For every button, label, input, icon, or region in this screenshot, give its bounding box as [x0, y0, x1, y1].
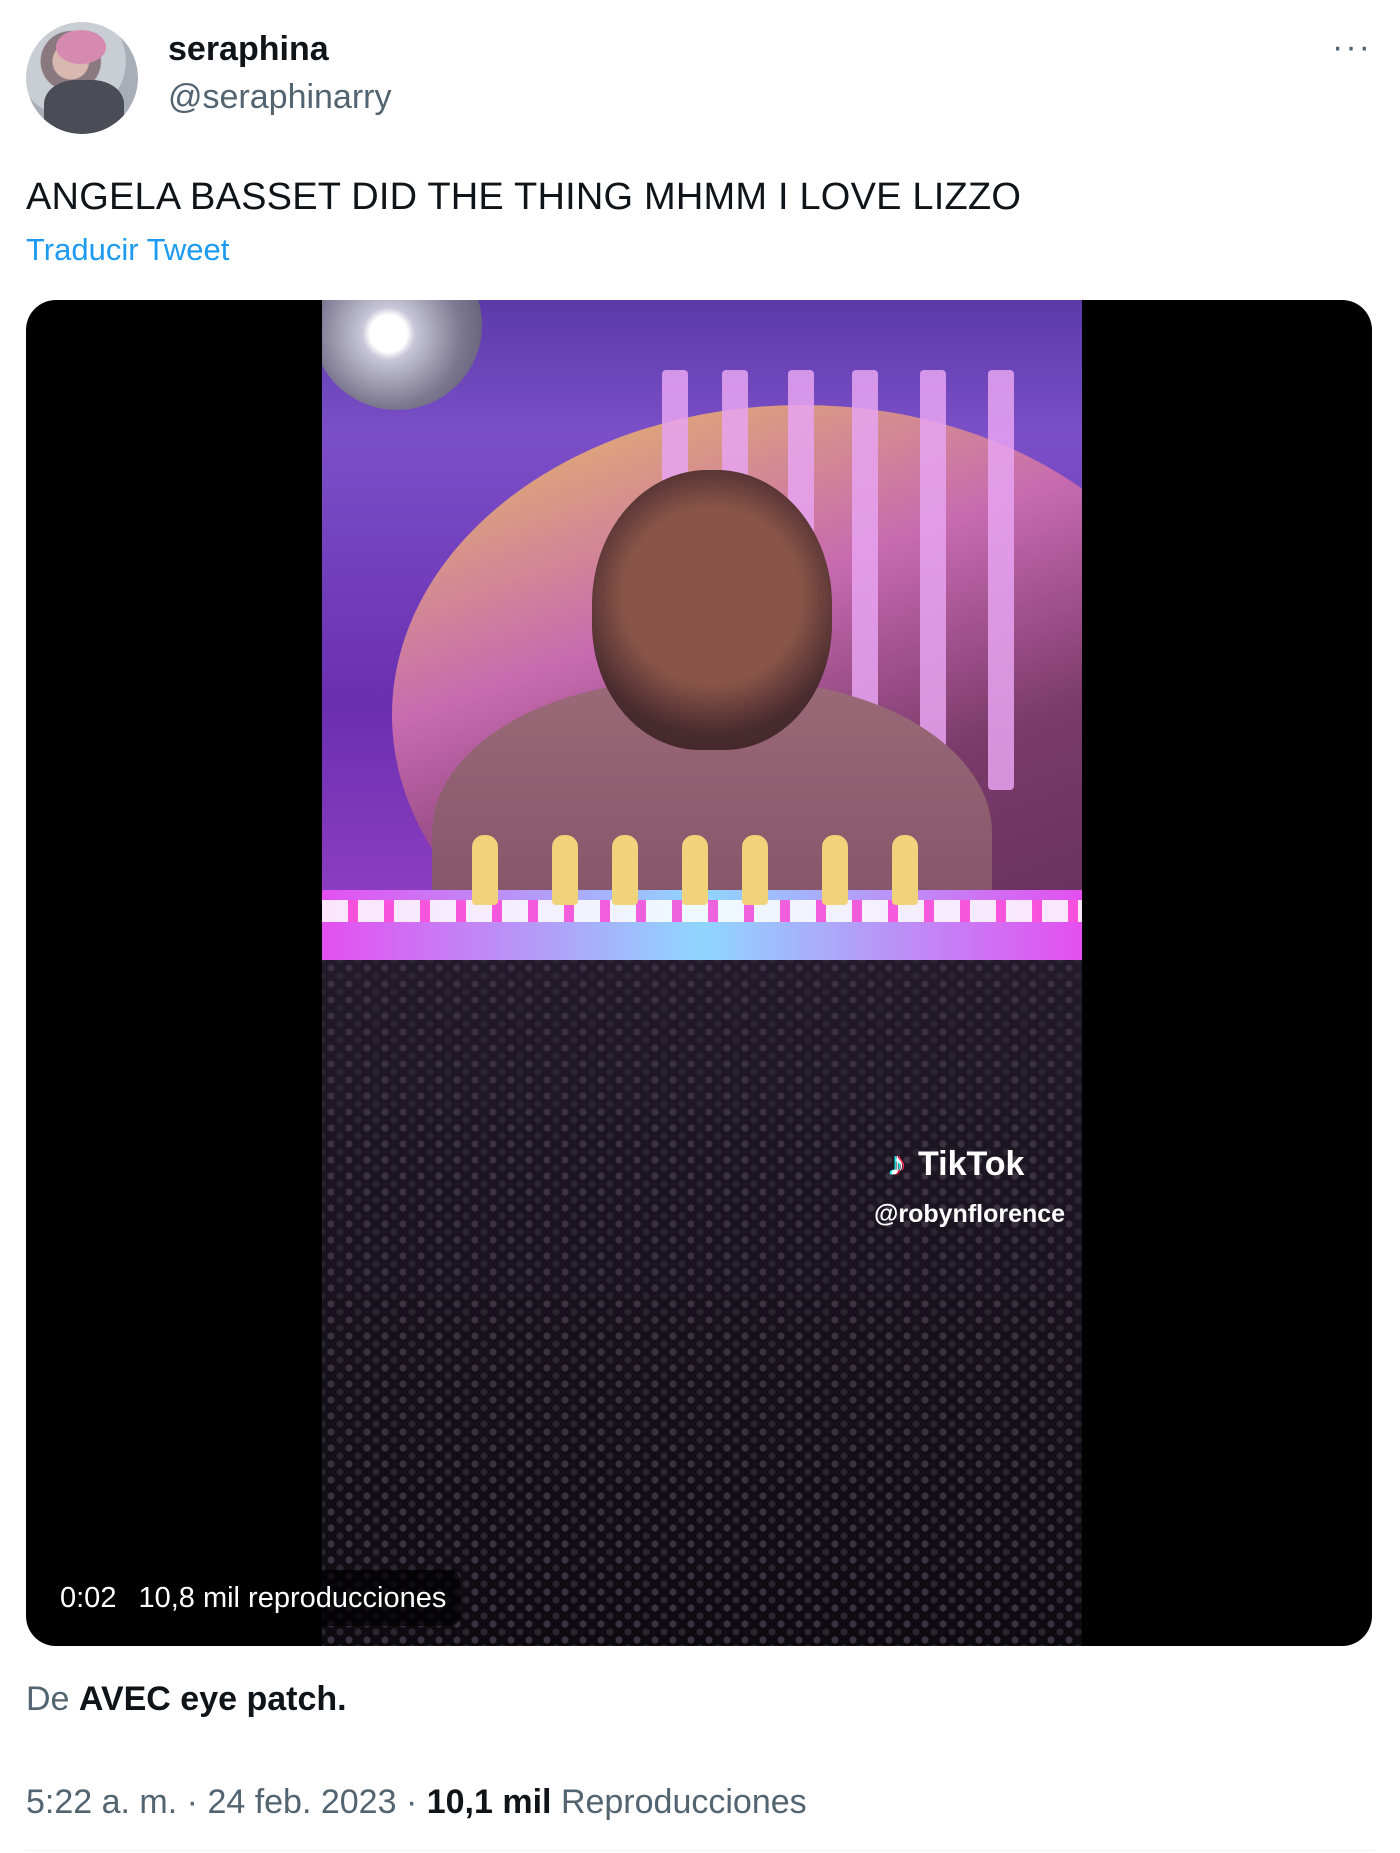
separator-dot: ·: [405, 1783, 418, 1821]
tweet-time[interactable]: 5:22 a. m.: [26, 1783, 177, 1821]
source-account-link[interactable]: AVEC eye patch.: [79, 1680, 347, 1718]
separator-dot: ·: [186, 1783, 198, 1821]
avatar-hair: [56, 30, 106, 64]
dancer: [552, 835, 578, 905]
dancer: [472, 835, 498, 905]
video-source-attribution: De AVEC eye patch.: [26, 1680, 347, 1719]
tiktok-handle: @robynflorence: [874, 1200, 1066, 1228]
translate-tweet-link[interactable]: Traducir Tweet: [26, 232, 229, 268]
author-handle[interactable]: @seraphinarry: [168, 78, 392, 117]
more-options-icon[interactable]: ···: [1332, 28, 1372, 67]
singer-face: [592, 470, 832, 750]
tiktok-brand: TikTok: [918, 1145, 1025, 1183]
tiktok-logo-icon: ♪: [888, 1145, 906, 1183]
video-player[interactable]: ♪ TikTok @robynflorence 0:02 10,8 mil rep…: [26, 300, 1372, 1646]
views-count[interactable]: 10,1 mil: [427, 1783, 552, 1821]
dancer: [682, 835, 708, 905]
author-display-name[interactable]: seraphina: [168, 30, 329, 69]
video-frame[interactable]: ♪ TikTok @robynflorence: [322, 300, 1082, 1646]
light-stripe: [920, 370, 946, 790]
tweet-date[interactable]: 24 feb. 2023: [207, 1783, 396, 1821]
tweet-text: ANGELA BASSET DID THE THING MHMM I LOVE …: [26, 176, 1022, 218]
disco-ball: [322, 300, 482, 410]
avatar[interactable]: [26, 22, 138, 134]
video-duration: 0:02: [60, 1581, 117, 1614]
video-views: 10,8 mil reproducciones: [138, 1581, 447, 1614]
tiktok-watermark: ♪ TikTok: [882, 1145, 1025, 1184]
views-label: Reproducciones: [560, 1783, 807, 1821]
tweet-metadata: 5:22 a. m. · 24 feb. 2023 · 10,1 mil Rep…: [26, 1783, 807, 1822]
dancer: [742, 835, 768, 905]
video-stats-overlay: 0:02 10,8 mil reproducciones: [46, 1570, 461, 1626]
dancer: [822, 835, 848, 905]
divider: [26, 1850, 1374, 1851]
dancer: [612, 835, 638, 905]
dancer: [892, 835, 918, 905]
light-stripe: [988, 370, 1014, 790]
avatar-body: [44, 80, 124, 134]
crowd: [322, 960, 1082, 1646]
source-prefix: De: [26, 1680, 70, 1718]
